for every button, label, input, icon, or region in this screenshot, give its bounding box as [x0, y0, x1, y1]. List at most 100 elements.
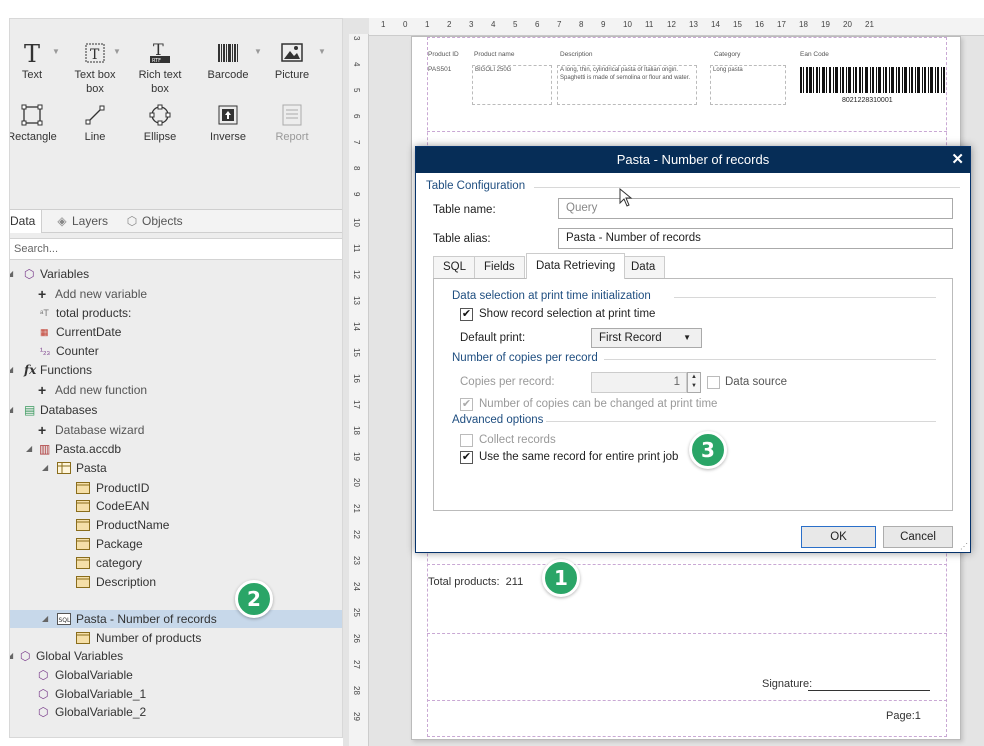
tree-global-variable[interactable]: ⬡ GlobalVariable_2: [10, 703, 342, 721]
database-icon: ▤: [24, 403, 36, 417]
data-retrieving-panel: Data selection at print time initializat…: [433, 278, 953, 511]
tree-field[interactable]: ProductID: [10, 479, 342, 497]
cancel-button[interactable]: Cancel: [883, 526, 953, 548]
copies-label: Copies per record:: [460, 376, 555, 388]
chevron-down-icon[interactable]: ◢: [10, 401, 13, 419]
tree-field[interactable]: ProductName: [10, 516, 342, 534]
add-variable-button[interactable]: + Add new variable: [10, 285, 342, 303]
tab-data[interactable]: Data: [10, 210, 43, 233]
product-name-field[interactable]: BIGOLI 250G: [472, 65, 552, 105]
tree-variable-item[interactable]: ¹₂₃ Counter: [10, 342, 342, 360]
tree-field[interactable]: CodeEAN: [10, 497, 342, 515]
tab-data[interactable]: Data: [621, 256, 666, 278]
object-toolbox: T Text ▼ T Text box box ▼ T RTF Rich text b…: [10, 19, 342, 209]
chevron-down-icon[interactable]: ◢: [42, 459, 48, 477]
show-selection-checkbox[interactable]: ✔: [460, 308, 473, 321]
dialog-title-bar[interactable]: Pasta - Number of records: [416, 147, 970, 173]
close-icon[interactable]: ✕: [951, 151, 964, 169]
field-icon: [76, 482, 90, 494]
vertical-ruler: 3 4 5 6 7 8 9 10 11 12 13 14 15 16 17 18…: [349, 34, 369, 746]
mouse-cursor-icon: [619, 188, 633, 207]
tree-global-variable[interactable]: ⬡ GlobalVariable_1: [10, 685, 342, 703]
table-alias-field[interactable]: Pasta - Number of records: [558, 228, 953, 249]
section-divider: [427, 131, 947, 132]
section-advanced: Advanced options: [452, 414, 544, 426]
tree-db-file[interactable]: ◢ ▥ Pasta.accdb: [10, 440, 342, 458]
plus-icon: +: [38, 286, 47, 302]
section-divider: [427, 633, 947, 634]
tree-field[interactable]: Description: [10, 573, 342, 591]
database-wizard-button[interactable]: + Database wizard: [10, 421, 342, 439]
section-table-config: Table Configuration: [426, 180, 526, 192]
tab-objects[interactable]: ⬡ Objects: [120, 210, 189, 233]
tree-variable-item[interactable]: ᵃT total products:: [10, 304, 342, 322]
tool-line[interactable]: Line: [63, 103, 127, 144]
add-function-button[interactable]: + Add new function: [10, 381, 342, 399]
tool-ellipse[interactable]: Ellipse: [128, 103, 192, 144]
tree-table[interactable]: ◢ Pasta: [10, 459, 342, 477]
tree-variable-item[interactable]: ▦ CurrentDate: [10, 323, 342, 341]
chevron-down-icon[interactable]: ▼: [52, 45, 60, 59]
tree-variables[interactable]: ◢ ⬡ Variables: [10, 265, 342, 283]
plus-icon: +: [38, 382, 47, 398]
tool-barcode[interactable]: Barcode ▼: [196, 41, 262, 82]
signature-line: [808, 690, 930, 691]
table-icon: [57, 462, 71, 474]
chevron-down-icon[interactable]: ▼: [318, 45, 326, 59]
table-name-label: Table name:: [433, 204, 496, 216]
chevron-down-icon[interactable]: ◢: [26, 440, 32, 458]
chevron-down-icon: ▼: [683, 333, 691, 342]
copies-changed-checkbox[interactable]: ✔: [460, 398, 473, 411]
tool-text-box[interactable]: T Text box box ▼: [63, 41, 127, 96]
tab-fields[interactable]: Fields: [474, 256, 525, 278]
tree-query[interactable]: ◢ SQL Pasta - Number of records: [10, 610, 342, 628]
same-record-checkbox[interactable]: ✔: [460, 451, 473, 464]
date-variable-icon: ▦: [40, 327, 49, 337]
records-dialog: Pasta - Number of records ✕ Table Config…: [415, 146, 971, 553]
tree-global-variable[interactable]: ⬡ GlobalVariable: [10, 666, 342, 684]
copies-input[interactable]: 1: [591, 372, 687, 393]
tool-rich-text-box[interactable]: T RTF Rich text box: [128, 41, 192, 96]
rectangle-icon: [21, 104, 43, 126]
data-source-checkbox[interactable]: [707, 376, 720, 389]
ellipse-icon: [149, 104, 171, 126]
total-products-label[interactable]: Total products: 211: [428, 576, 523, 588]
default-print-select[interactable]: First Record ▼: [591, 328, 702, 348]
chevron-down-icon[interactable]: ◢: [42, 610, 48, 628]
tool-report[interactable]: Report: [260, 103, 324, 144]
page-number: Page:1: [886, 710, 921, 722]
chevron-down-icon[interactable]: ◢: [10, 647, 13, 665]
table-name-field[interactable]: Query: [558, 198, 953, 219]
resize-grip-icon[interactable]: ⋰: [960, 542, 968, 551]
tool-rectangle[interactable]: Rectangle: [10, 103, 64, 144]
copies-spinner[interactable]: ▲ ▼: [687, 372, 701, 393]
tool-inverse[interactable]: Inverse: [196, 103, 260, 144]
report-icon: [282, 104, 302, 126]
tree-field[interactable]: Number of products: [10, 629, 342, 647]
access-db-icon: ▥: [39, 442, 51, 456]
chevron-down-icon[interactable]: ◢: [10, 265, 13, 283]
tab-layers[interactable]: ◈ Layers: [50, 210, 114, 233]
tree-functions[interactable]: ◢ fx Functions: [10, 361, 342, 379]
collect-records-checkbox[interactable]: [460, 434, 473, 447]
chevron-down-icon[interactable]: ▼: [113, 45, 121, 59]
tab-data-retrieving[interactable]: Data Retrieving: [526, 253, 626, 279]
tree-global-variables[interactable]: ◢ ⬡ Global Variables: [10, 647, 342, 665]
left-panel: T Text ▼ T Text box box ▼ T RTF Rich text b…: [9, 18, 343, 738]
tree-databases[interactable]: ◢ ▤ Databases: [10, 401, 342, 419]
tool-text[interactable]: T Text ▼: [10, 41, 64, 82]
svg-text:RTF: RTF: [152, 58, 161, 64]
description-field[interactable]: A long, thin, cylindrical pasta of Itali…: [557, 65, 697, 105]
category-field[interactable]: Long pasta: [710, 65, 786, 105]
search-input[interactable]: Search...: [10, 238, 342, 260]
tree-field[interactable]: Package: [10, 535, 342, 553]
section-copies: Number of copies per record: [452, 352, 598, 364]
tool-picture[interactable]: Picture ▼: [260, 41, 326, 82]
sql-query-icon: SQL: [57, 613, 71, 625]
tree-field[interactable]: category: [10, 554, 342, 572]
ok-button[interactable]: OK: [801, 526, 876, 548]
tab-sql[interactable]: SQL: [433, 256, 477, 278]
objects-icon: ⬡: [126, 214, 138, 228]
chevron-down-icon[interactable]: ◢: [10, 361, 13, 379]
inverse-icon: [218, 105, 238, 125]
